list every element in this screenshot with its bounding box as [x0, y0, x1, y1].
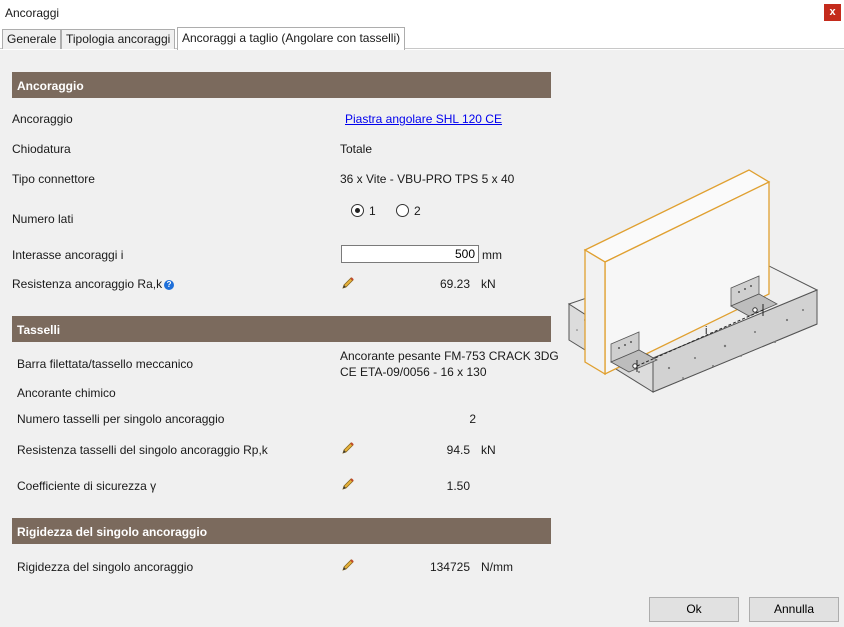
anchor-illustration: i — [567, 169, 819, 393]
coefficiente-label: Coefficiente di sicurezza γ — [17, 479, 157, 493]
chiodatura-value: Totale — [340, 142, 373, 156]
barra-value-line2: CE ETA-09/0056 - 16 x 130 — [340, 365, 487, 379]
resistenza-ancoraggio-label: Resistenza ancoraggio Ra,k? — [12, 277, 175, 291]
rigidezza-unit: N/mm — [481, 560, 513, 574]
numero-lati-option-1: 1 — [369, 204, 376, 218]
tab-content: Ancoraggio Ancoraggio Piastra angolare S… — [0, 50, 844, 590]
numero-lati-radio-2[interactable] — [396, 204, 409, 217]
tab-ancoraggi-a-taglio[interactable]: Ancoraggi a taglio (Angolare con tassell… — [177, 27, 406, 50]
tab-generale[interactable]: Generale — [2, 29, 62, 49]
interasse-unit: mm — [482, 248, 502, 262]
numero-tasselli-label: Numero tasselli per singolo ancoraggio — [17, 412, 225, 426]
barra-label: Barra filettata/tassello meccanico — [17, 357, 194, 371]
numero-lati-label: Numero lati — [12, 212, 74, 226]
coefficiente-value: 1.50 — [446, 479, 470, 493]
tab-strip: Generale Tipologia ancoraggi Ancoraggi a… — [0, 27, 844, 70]
ancorante-chimico-label: Ancorante chimico — [17, 386, 116, 400]
edit-pencil-icon[interactable] — [340, 476, 356, 492]
interasse-label: Interasse ancoraggi i — [12, 248, 124, 262]
resistenza-tasselli-label: Resistenza tasselli del singolo ancoragg… — [17, 443, 268, 457]
chiodatura-label: Chiodatura — [12, 142, 71, 156]
section-header-rigidezza: Rigidezza del singolo ancoraggio — [12, 518, 551, 544]
resistenza-ancoraggio-unit: kN — [481, 277, 496, 291]
title-bar: Ancoraggi x — [0, 0, 844, 27]
numero-tasselli-value: 2 — [469, 412, 476, 426]
window-title: Ancoraggi — [5, 6, 60, 20]
numero-lati-option-2: 2 — [414, 204, 421, 218]
info-icon[interactable]: ? — [164, 280, 175, 290]
section-header-tasselli: Tasselli — [12, 316, 551, 342]
resistenza-tasselli-value: 94.5 — [446, 443, 470, 457]
edit-pencil-icon[interactable] — [340, 440, 356, 456]
ok-button[interactable]: Ok — [649, 597, 739, 622]
ancoraggio-link[interactable]: Piastra angolare SHL 120 CE — [345, 112, 502, 126]
tab-tipologia-ancoraggi[interactable]: Tipologia ancoraggi — [61, 29, 176, 49]
tipo-connettore-label: Tipo connettore — [12, 172, 95, 186]
resistenza-ancoraggio-value: 69.23 — [439, 277, 470, 291]
section-header-ancoraggio: Ancoraggio — [12, 72, 551, 98]
dialog-footer: Ok Annulla — [0, 590, 844, 627]
resistenza-tasselli-unit: kN — [481, 443, 496, 457]
edit-pencil-icon[interactable] — [340, 557, 356, 573]
tipo-connettore-value: 36 x Vite - VBU-PRO TPS 5 x 40 — [340, 172, 515, 186]
interasse-input[interactable] — [341, 245, 479, 263]
rigidezza-label: Rigidezza del singolo ancoraggio — [17, 560, 194, 574]
ancoraggio-label: Ancoraggio — [12, 112, 73, 126]
barra-value-line1: Ancorante pesante FM-753 CRACK 3DG — [340, 349, 559, 363]
close-button[interactable]: x — [824, 4, 841, 21]
edit-pencil-icon[interactable] — [340, 275, 356, 291]
rigidezza-value: 134725 — [429, 560, 470, 574]
cancel-button[interactable]: Annulla — [749, 597, 839, 622]
numero-lati-radio-1[interactable] — [351, 204, 364, 217]
dimension-label: i — [705, 325, 707, 337]
